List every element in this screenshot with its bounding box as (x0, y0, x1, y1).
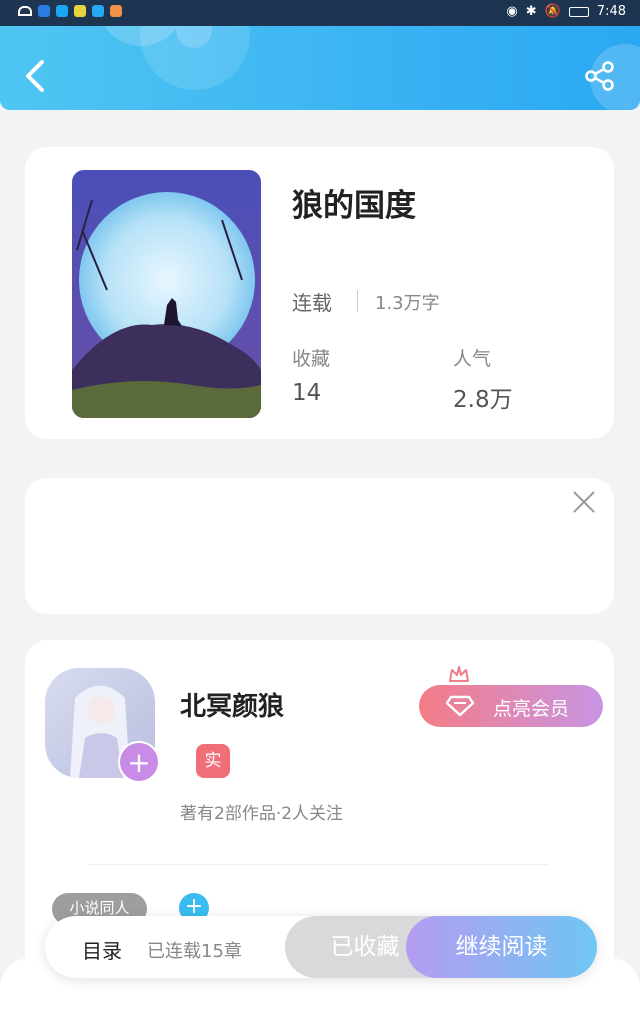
serial-status: 连载 (292, 291, 332, 315)
diamond-icon (445, 695, 475, 717)
mute-icon: 🔕 (544, 4, 561, 19)
app-icon (56, 5, 68, 17)
back-icon[interactable] (22, 56, 50, 96)
top-header: ◉ ✱ 🔕 7:48 (0, 0, 640, 110)
divider (88, 864, 548, 865)
word-count: 1.3万字 (375, 293, 440, 314)
toc-button[interactable]: 目录 (82, 935, 122, 964)
verified-badge: 实 (196, 744, 230, 778)
status-bar: ◉ ✱ 🔕 7:48 (0, 0, 640, 26)
popularity-value: 2.8万 (453, 387, 513, 413)
vip-label: 点亮会员 (493, 698, 570, 720)
crown-icon (449, 666, 469, 682)
continue-reading-button[interactable]: 继续阅读 (406, 916, 597, 978)
app-icon (110, 5, 122, 17)
ad-card (25, 478, 614, 614)
chapter-count: 已连载15章 (147, 941, 242, 962)
time: 7:48 (596, 4, 626, 19)
app-icon (38, 5, 50, 17)
author-name: 北冥颜狼 (180, 692, 285, 722)
app-icon (74, 5, 86, 17)
bluetooth-icon: ✱ (525, 4, 537, 19)
wifi-icon (18, 6, 32, 16)
follow-button[interactable]: + (118, 741, 160, 783)
divider (357, 290, 358, 312)
book-title: 狼的国度 (292, 188, 416, 224)
favorites-label: 收藏 (292, 348, 331, 370)
app-icon (92, 5, 104, 17)
vip-button[interactable]: 点亮会员 (419, 685, 603, 727)
book-cover[interactable] (72, 170, 261, 418)
share-icon[interactable] (584, 60, 616, 92)
battery-icon (568, 6, 589, 17)
author-stats: 著有2部作品·2人关注 (180, 804, 344, 824)
eye-icon: ◉ (506, 4, 518, 19)
popularity-label: 人气 (453, 348, 492, 370)
close-icon[interactable] (572, 490, 596, 514)
favorites-value: 14 (292, 380, 322, 406)
